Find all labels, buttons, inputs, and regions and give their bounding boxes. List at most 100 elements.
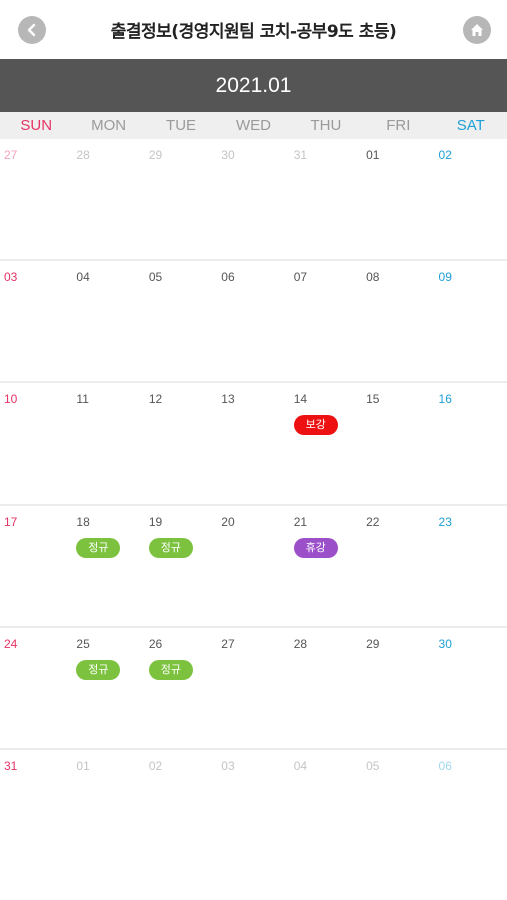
calendar-day[interactable]: 20 bbox=[217, 506, 289, 626]
calendar-day[interactable]: 17 bbox=[0, 506, 72, 626]
calendar-day[interactable]: 05 bbox=[145, 261, 217, 381]
day-number: 30 bbox=[221, 148, 235, 162]
calendar-day[interactable]: 01 bbox=[72, 750, 144, 872]
calendar-day[interactable]: 04 bbox=[290, 750, 362, 872]
calendar-day[interactable]: 28 bbox=[72, 139, 144, 259]
calendar-week: 31 01 02 03 04 05 06 bbox=[0, 750, 507, 872]
home-button[interactable] bbox=[463, 16, 491, 44]
weekday-header: SUN MON TUE WED THU FRI SAT bbox=[0, 112, 507, 139]
day-number: 03 bbox=[221, 758, 235, 773]
day-number: 30 bbox=[438, 636, 452, 651]
calendar-day[interactable]: 06 bbox=[435, 750, 507, 872]
calendar-day[interactable]: 21 휴강 bbox=[290, 506, 362, 626]
month-header: 2021.01 bbox=[0, 59, 507, 112]
calendar-day[interactable]: 10 bbox=[0, 383, 72, 503]
calendar-day[interactable]: 29 bbox=[145, 139, 217, 259]
day-number: 16 bbox=[438, 392, 452, 407]
day-number: 11 bbox=[76, 392, 89, 407]
day-number: 12 bbox=[148, 392, 163, 407]
calendar-day[interactable]: 24 bbox=[0, 628, 72, 748]
calendar-day[interactable]: 29 bbox=[362, 628, 434, 748]
calendar-day[interactable]: 07 bbox=[290, 261, 362, 381]
chevron-left-icon bbox=[27, 23, 36, 37]
day-number: 02 bbox=[438, 148, 452, 162]
calendar-day[interactable]: 05 bbox=[362, 750, 434, 872]
calendar-day[interactable]: 14 보강 bbox=[290, 383, 362, 503]
calendar-day[interactable]: 08 bbox=[362, 261, 434, 381]
day-number: 29 bbox=[148, 148, 163, 162]
calendar-day[interactable]: 09 bbox=[435, 261, 507, 381]
attendance-badge[interactable]: 정규 bbox=[148, 537, 193, 558]
calendar-day[interactable]: 31 bbox=[290, 139, 362, 259]
day-number: 03 bbox=[4, 270, 18, 285]
day-number: 05 bbox=[366, 758, 380, 773]
day-number: 05 bbox=[148, 270, 163, 285]
day-number: 09 bbox=[438, 270, 452, 285]
calendar-day[interactable]: 13 bbox=[217, 383, 289, 503]
calendar-day[interactable]: 16 bbox=[435, 383, 507, 503]
calendar-day[interactable]: 22 bbox=[362, 506, 434, 626]
calendar-day[interactable]: 15 bbox=[362, 383, 434, 503]
day-number: 01 bbox=[366, 148, 380, 162]
page-title: 출결정보(경영지원팀 코치-공부9도 초등) bbox=[110, 22, 397, 42]
day-number: 10 bbox=[4, 392, 18, 407]
calendar-day[interactable]: 03 bbox=[0, 261, 72, 381]
day-number: 22 bbox=[366, 514, 380, 529]
day-number: 14 bbox=[293, 392, 308, 407]
calendar-day[interactable]: 06 bbox=[217, 261, 289, 381]
day-number: 31 bbox=[4, 758, 18, 773]
calendar-day[interactable]: 27 bbox=[0, 139, 72, 259]
calendar-day[interactable]: 27 bbox=[217, 628, 289, 748]
day-number: 04 bbox=[76, 270, 90, 285]
calendar-day[interactable]: 04 bbox=[72, 261, 144, 381]
day-number: 21 bbox=[293, 514, 308, 529]
weekday-sat: SAT bbox=[456, 117, 485, 134]
day-number: 13 bbox=[221, 392, 235, 407]
calendar-day[interactable]: 01 bbox=[362, 139, 434, 259]
day-number: 24 bbox=[4, 636, 18, 651]
calendar-week: 17 18 정규 19 정규 20 21 휴강 22 23 bbox=[0, 506, 507, 628]
day-number: 07 bbox=[293, 270, 308, 285]
calendar-day[interactable]: 23 bbox=[435, 506, 507, 626]
day-number: 18 bbox=[76, 514, 90, 529]
day-number: 06 bbox=[438, 758, 452, 773]
weekday-thu: THU bbox=[310, 117, 342, 134]
calendar-week: 24 25 정규 26 정규 27 28 29 30 bbox=[0, 628, 507, 750]
calendar-day[interactable]: 19 정규 bbox=[145, 506, 217, 626]
day-number: 17 bbox=[4, 514, 18, 529]
day-number: 31 bbox=[293, 148, 308, 162]
day-number: 25 bbox=[76, 636, 90, 651]
attendance-badge[interactable]: 휴강 bbox=[293, 537, 338, 558]
attendance-badge[interactable]: 정규 bbox=[76, 537, 121, 558]
weekday-fri: FRI bbox=[386, 117, 411, 134]
calendar-day[interactable]: 11 bbox=[72, 383, 144, 503]
day-number: 15 bbox=[366, 392, 380, 407]
day-number: 29 bbox=[366, 636, 380, 651]
attendance-badge[interactable]: 보강 bbox=[293, 415, 338, 436]
calendar-day[interactable]: 02 bbox=[145, 750, 217, 872]
day-number: 02 bbox=[148, 758, 163, 773]
weekday-mon: MON bbox=[91, 117, 127, 134]
calendar-day[interactable]: 30 bbox=[217, 139, 289, 259]
calendar-day[interactable]: 12 bbox=[145, 383, 217, 503]
attendance-badge[interactable]: 정규 bbox=[148, 659, 193, 680]
calendar-day[interactable]: 03 bbox=[217, 750, 289, 872]
day-number: 19 bbox=[148, 514, 163, 529]
attendance-badge[interactable]: 정규 bbox=[76, 659, 121, 680]
calendar-day[interactable]: 30 bbox=[435, 628, 507, 748]
day-number: 26 bbox=[148, 636, 163, 651]
app-header: 출결정보(경영지원팀 코치-공부9도 초등) bbox=[0, 0, 507, 60]
calendar-day[interactable]: 31 bbox=[0, 750, 72, 872]
back-button[interactable] bbox=[18, 16, 46, 44]
calendar-day[interactable]: 02 bbox=[435, 139, 507, 259]
day-number: 01 bbox=[76, 758, 90, 773]
day-number: 06 bbox=[221, 270, 235, 285]
day-number: 27 bbox=[4, 148, 18, 162]
calendar-day[interactable]: 26 정규 bbox=[145, 628, 217, 748]
calendar-day[interactable]: 25 정규 bbox=[72, 628, 144, 748]
day-number: 08 bbox=[366, 270, 380, 285]
day-number: 28 bbox=[293, 636, 308, 651]
day-number: 20 bbox=[221, 514, 235, 529]
calendar-day[interactable]: 18 정규 bbox=[72, 506, 144, 626]
calendar-day[interactable]: 28 bbox=[290, 628, 362, 748]
